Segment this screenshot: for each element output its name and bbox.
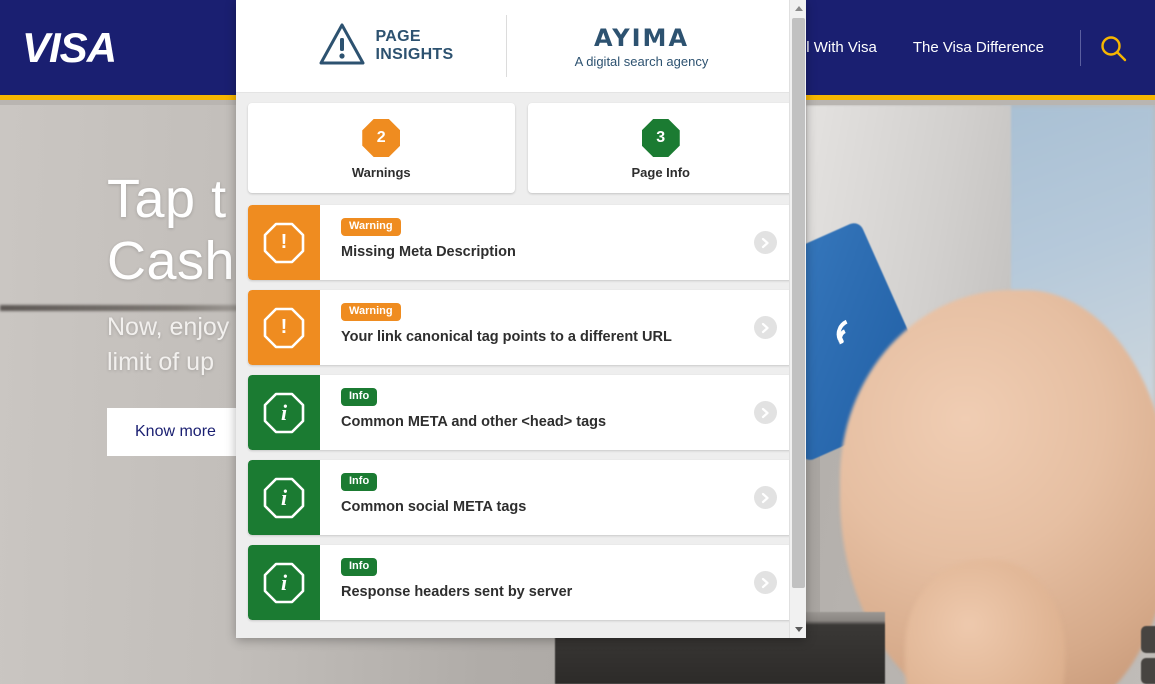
issue-badge: Warning — [341, 303, 401, 321]
summary-cards: 2 Warnings 3 Page Info — [248, 103, 794, 193]
scrollbar-up-arrow[interactable] — [790, 0, 806, 17]
chevron-right-icon[interactable] — [736, 545, 794, 620]
page-info-label: Page Info — [631, 165, 690, 180]
info-glyph: i — [280, 484, 288, 510]
issue-title: Common social META tags — [341, 499, 527, 515]
chevron-right-icon[interactable] — [736, 205, 794, 280]
issue-row[interactable]: i Info Common META and other <head> tags — [248, 375, 794, 450]
info-octagon-icon: i — [248, 545, 320, 620]
navbar-links: vel With Visa The Visa Difference — [772, 0, 1155, 95]
issue-badge: Info — [341, 558, 378, 576]
visa-logo[interactable]: VISA — [22, 24, 117, 72]
issue-content: Info Response headers sent by server — [320, 545, 736, 620]
chevron-right-icon[interactable] — [736, 375, 794, 450]
issue-content: Warning Your link canonical tag points t… — [320, 290, 736, 365]
terminal-keypad: 4 5 6 7 8 9 — [1141, 624, 1155, 684]
chevron-right-icon[interactable] — [736, 460, 794, 535]
warning-octagon-icon: ! — [248, 290, 320, 365]
warning-octagon-icon: ! — [248, 205, 320, 280]
issue-content: Info Common social META tags — [320, 460, 736, 535]
warnings-label: Warnings — [351, 165, 411, 180]
search-icon[interactable] — [1095, 30, 1131, 66]
scrollbar-down-arrow[interactable] — [790, 621, 806, 638]
know-more-button[interactable]: Know more — [107, 408, 244, 456]
issue-row[interactable]: ! Warning Missing Meta Description — [248, 205, 794, 280]
product-name-line1: PAGE — [375, 28, 421, 45]
issue-title: Missing Meta Description — [341, 244, 516, 260]
issue-content: Warning Missing Meta Description — [320, 205, 736, 280]
nav-link-the-visa-difference[interactable]: The Visa Difference — [895, 39, 1062, 56]
issue-title: Common META and other <head> tags — [341, 414, 607, 430]
exclamation-glyph: ! — [280, 231, 288, 253]
scrollbar-thumb[interactable] — [792, 18, 805, 588]
popup-body: 2 Warnings 3 Page Info ! Warning Missing… — [236, 93, 806, 620]
ayima-logo: AYIMA A digital search agency — [507, 24, 777, 69]
navbar-divider — [1080, 29, 1081, 66]
keypad-key: 7 — [1141, 657, 1155, 684]
issue-badge: Warning — [341, 218, 401, 236]
ayima-wordmark: AYIMA — [593, 23, 690, 52]
chevron-right-icon[interactable] — [736, 290, 794, 365]
exclamation-glyph: ! — [280, 316, 288, 338]
issue-badge: Info — [341, 473, 378, 491]
popup-header: PAGE INSIGHTS AYIMA A digital search age… — [236, 0, 806, 93]
info-octagon-icon: i — [248, 460, 320, 535]
page-info-count-badge: 3 — [641, 119, 680, 157]
info-glyph: i — [280, 399, 288, 425]
page-insights-wordmark: PAGE INSIGHTS — [376, 28, 454, 64]
info-octagon-icon: i — [248, 375, 320, 450]
issue-row[interactable]: i Info Common social META tags — [248, 460, 794, 535]
issue-row[interactable]: ! Warning Your link canonical tag points… — [248, 290, 794, 365]
issue-row[interactable]: i Info Response headers sent by server — [248, 545, 794, 620]
issue-content: Info Common META and other <head> tags — [320, 375, 736, 450]
warnings-count-badge: 2 — [362, 119, 401, 157]
product-name-line2: INSIGHTS — [375, 46, 454, 63]
issue-title: Response headers sent by server — [341, 584, 573, 600]
summary-card-warnings[interactable]: 2 Warnings — [248, 103, 515, 193]
page-insights-logo: PAGE INSIGHTS — [266, 22, 506, 71]
warning-triangle-icon — [318, 22, 366, 71]
summary-card-page-info[interactable]: 3 Page Info — [527, 103, 794, 193]
popup-scrollbar[interactable] — [789, 0, 806, 638]
info-glyph: i — [280, 569, 288, 595]
issue-title: Your link canonical tag points to a diff… — [341, 329, 672, 345]
ayima-tagline: A digital search agency — [574, 53, 709, 69]
page-insights-popup: PAGE INSIGHTS AYIMA A digital search age… — [236, 0, 806, 638]
keypad-key: 4 — [1141, 626, 1155, 653]
issue-badge: Info — [341, 388, 378, 406]
